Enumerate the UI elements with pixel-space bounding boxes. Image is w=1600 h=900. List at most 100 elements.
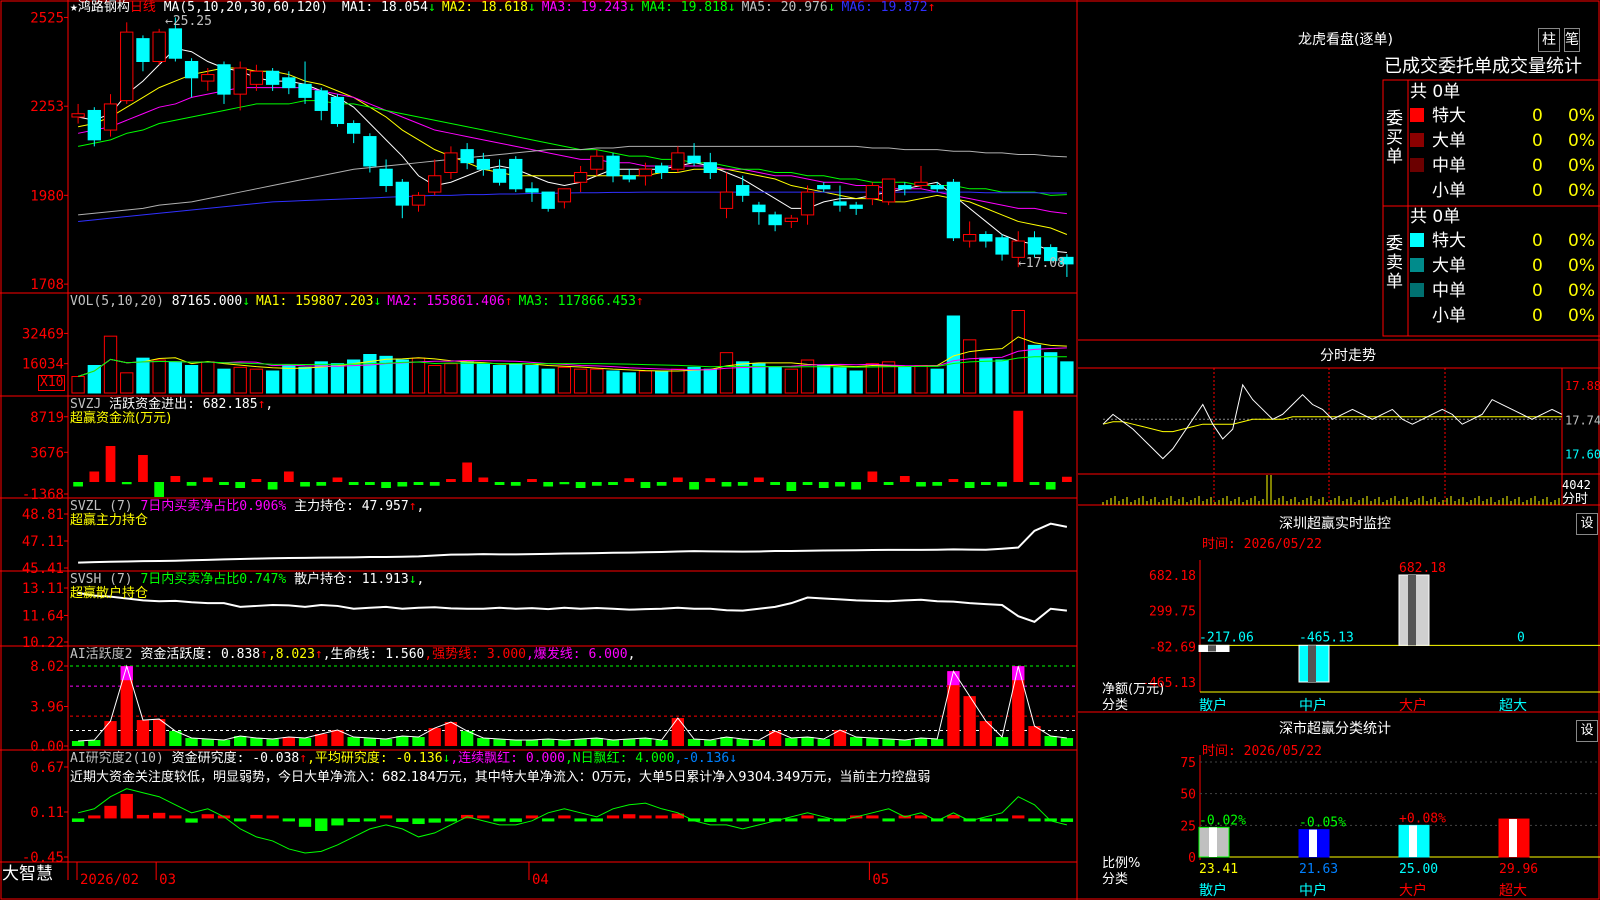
candle-body	[979, 234, 993, 242]
research-bar	[88, 815, 101, 819]
stock-name[interactable]: 鸿路钢构	[78, 0, 130, 15]
candle-body	[898, 185, 912, 190]
ma-line	[78, 191, 1067, 222]
research-bar	[785, 818, 798, 822]
candle-body	[914, 181, 928, 187]
volume-bar	[428, 365, 442, 394]
fund-flow-bar	[494, 482, 505, 485]
tick-mode-button[interactable]: 笔	[1564, 28, 1580, 52]
stat-row-name: 中单	[1432, 156, 1466, 176]
activity-bar	[574, 739, 587, 746]
legend-item: MA5: 20.976	[741, 0, 828, 15]
legend-item: MA6: 19.872	[841, 0, 928, 15]
volume-bar	[930, 368, 944, 394]
stat-row-percent: 0%	[1568, 106, 1595, 126]
y-tick-label: 32469	[22, 326, 64, 342]
fund-flow-bar	[689, 482, 699, 490]
research-bar	[136, 814, 150, 819]
ai2-header: AI研究度2(10) 资金研究度: -0.038↑,平均研究度: -0.136↓…	[70, 751, 738, 766]
sz-category-label: 散户	[1199, 697, 1227, 714]
stat-row-name: 小单	[1432, 306, 1466, 326]
stat-color-swatch	[1410, 258, 1424, 272]
candle-body	[201, 74, 215, 82]
research-bar	[995, 818, 1009, 822]
sc-bar-stripe	[1209, 827, 1217, 857]
candle-body	[1027, 237, 1042, 255]
sz-bar-value: -465.13	[1299, 630, 1354, 645]
sc-bar-value: 23.41	[1199, 862, 1238, 877]
candle-body	[573, 171, 588, 183]
stat-row-percent: 0%	[1568, 256, 1595, 276]
activity-bar	[687, 739, 701, 746]
sc-settings-button[interactable]: 设	[1576, 720, 1598, 742]
volume-bar	[865, 363, 880, 394]
fund-flow-bar	[867, 471, 878, 482]
vol-unit-badge[interactable]: X10	[38, 375, 66, 391]
fund-flow-bar	[932, 482, 943, 486]
research-bar	[234, 818, 247, 822]
research-bar	[720, 818, 733, 822]
fund-flow-bar	[640, 482, 651, 488]
candle-body	[736, 185, 750, 196]
research-bar	[558, 815, 571, 819]
fund-flow-bar	[818, 482, 829, 488]
fs-title[interactable]: 分时走势	[1320, 349, 1376, 363]
volume-bar	[201, 361, 215, 394]
volume-bar	[395, 359, 409, 394]
research-bar	[736, 818, 749, 822]
legend-arrow: ↓	[427, 0, 436, 15]
activity-bar	[931, 739, 944, 746]
volume-bar	[833, 366, 847, 394]
stat-row-percent: 0%	[1568, 156, 1595, 176]
sc-category-label: 中户	[1299, 882, 1327, 899]
fund-flow-bar	[1029, 482, 1040, 485]
star-icon: ★	[70, 0, 78, 15]
y-tick-label: 1980	[30, 188, 64, 204]
candle-body	[379, 168, 393, 187]
research-bar	[71, 818, 85, 822]
stat-color-swatch	[1410, 108, 1424, 122]
x-tick-label: 03	[159, 872, 176, 888]
stat-row-volume: 0	[1532, 256, 1543, 276]
fund-flow-bar	[186, 482, 197, 486]
activity-bar	[347, 737, 360, 746]
svzl-header: SVZL (7) 7日内买卖净占比0.906% 主力持仓: 47.957↑,	[70, 499, 425, 514]
volume-bar	[719, 352, 734, 394]
y-tick-label: 8719	[30, 410, 64, 426]
volume-bar	[492, 365, 507, 394]
sc-category-label: 大户	[1399, 882, 1427, 899]
sz-settings-button[interactable]: 设	[1576, 513, 1598, 535]
stat-row: 中单 0 0%	[1410, 156, 1595, 176]
research-bar	[315, 818, 328, 832]
svzj-subtitle: 超赢资金流(万元)	[70, 411, 172, 426]
candle-body	[152, 31, 166, 62]
volume-bar	[687, 366, 701, 394]
ma-line	[78, 145, 1067, 216]
fund-flow-bar	[1062, 476, 1072, 482]
stat-color-swatch	[1410, 308, 1424, 322]
sz-time-label: 时间: 2026/05/22	[1202, 537, 1322, 552]
activity-bar	[104, 721, 117, 746]
candle-body	[395, 181, 409, 206]
period-label[interactable]: 日线	[130, 0, 156, 15]
y-tick-label: 8.02	[30, 659, 64, 675]
stat-row-volume: 0	[1532, 131, 1543, 151]
fund-flow-bar	[575, 482, 586, 488]
volume-bar	[509, 363, 523, 394]
research-bar	[1012, 815, 1025, 819]
research-bar	[882, 818, 895, 822]
legend-item: MA2: 155861.406	[387, 294, 505, 309]
research-bar	[574, 818, 587, 822]
candle-body	[817, 185, 831, 190]
research-bar	[542, 818, 555, 822]
stat-color-swatch	[1410, 283, 1424, 297]
fund-flow-bar	[478, 477, 489, 482]
stat-color-swatch	[1410, 133, 1424, 147]
bar-mode-button[interactable]: 柱	[1538, 28, 1560, 52]
ai1-header: AI活跃度2 资金活跃度: 0.838↑,8.023↑,生命线: 1.560,强…	[70, 647, 636, 662]
volume-bar	[784, 368, 798, 394]
fund-flow-bar	[510, 482, 521, 486]
stat-row-percent: 0%	[1568, 281, 1595, 301]
activity-bar	[866, 738, 879, 746]
volume-bar	[525, 365, 539, 394]
